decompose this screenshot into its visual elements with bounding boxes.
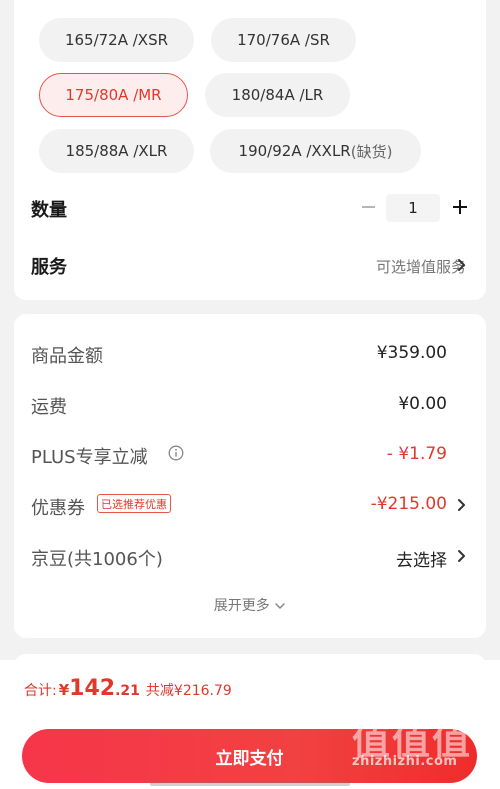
- coupon-value[interactable]: -¥215.00: [371, 494, 447, 514]
- goods-amount-label: 商品金额: [31, 346, 103, 367]
- size-option-label: 190/92A /XXLR: [238, 142, 351, 160]
- size-option-label: 170/76A /SR: [237, 31, 330, 49]
- quantity-input[interactable]: 1: [386, 194, 440, 222]
- total-currency: ¥: [58, 681, 70, 699]
- recommended-coupon-badge: 已选推荐优惠: [97, 494, 171, 513]
- expand-more-button[interactable]: 展开更多: [0, 595, 500, 615]
- plus-discount-value: - ¥1.79: [386, 444, 447, 464]
- expand-more-label: 展开更多: [213, 598, 270, 614]
- coupon-label: 优惠券: [31, 498, 85, 519]
- size-option-170-76a-sr[interactable]: 170/76A /SR: [211, 18, 356, 62]
- jingdou-select-link[interactable]: 去选择: [396, 546, 447, 571]
- jingdou-label: 京豆(共1006个): [31, 549, 163, 570]
- total-discount: 共减¥216.79: [145, 683, 232, 699]
- quantity-increase-button[interactable]: [450, 197, 470, 217]
- size-option-label: 185/88A /XLR: [65, 142, 168, 160]
- size-option-185-88a-xlr[interactable]: 185/88A /XLR: [39, 129, 194, 173]
- total-integer: 142: [69, 676, 116, 701]
- quantity-decrease-button[interactable]: [359, 197, 377, 217]
- value-added-service-link[interactable]: 可选增值服务: [376, 256, 466, 277]
- plus-discount-label: PLUS专享立减: [31, 447, 148, 468]
- quantity-label: 数量: [31, 200, 67, 221]
- chevron-right-icon: [456, 496, 470, 514]
- out-of-stock-label: (缺货): [350, 142, 393, 161]
- size-option-175-80a-mr[interactable]: 175/80A /MR: [39, 73, 188, 117]
- chevron-right-icon: [456, 256, 470, 274]
- size-option-label: 180/84A /LR: [231, 86, 324, 104]
- size-option-label: 165/72A /XSR: [64, 31, 169, 49]
- chevron-down-icon: [275, 603, 285, 609]
- size-option-165-72a-xsr[interactable]: 165/72A /XSR: [39, 18, 194, 62]
- goods-amount-value: ¥359.00: [376, 343, 447, 363]
- home-indicator: [150, 782, 350, 786]
- chevron-right-icon: [456, 547, 470, 565]
- size-option-180-84a-lr[interactable]: 180/84A /LR: [205, 73, 350, 117]
- size-option-190-92a-xxlr[interactable]: 190/92A /XXLR (缺货): [210, 129, 421, 173]
- order-total: 合计: ¥ 142 .21 共减¥216.79: [24, 676, 232, 701]
- size-option-label: 175/80A /MR: [65, 86, 162, 104]
- shipping-label: 运费: [31, 397, 67, 418]
- info-icon[interactable]: [168, 445, 184, 461]
- pay-now-button[interactable]: 立即支付: [22, 729, 477, 783]
- total-label: 合计:: [24, 683, 57, 699]
- total-decimal: .21: [115, 683, 140, 699]
- service-label: 服务: [31, 257, 67, 278]
- shipping-value: ¥0.00: [398, 394, 447, 414]
